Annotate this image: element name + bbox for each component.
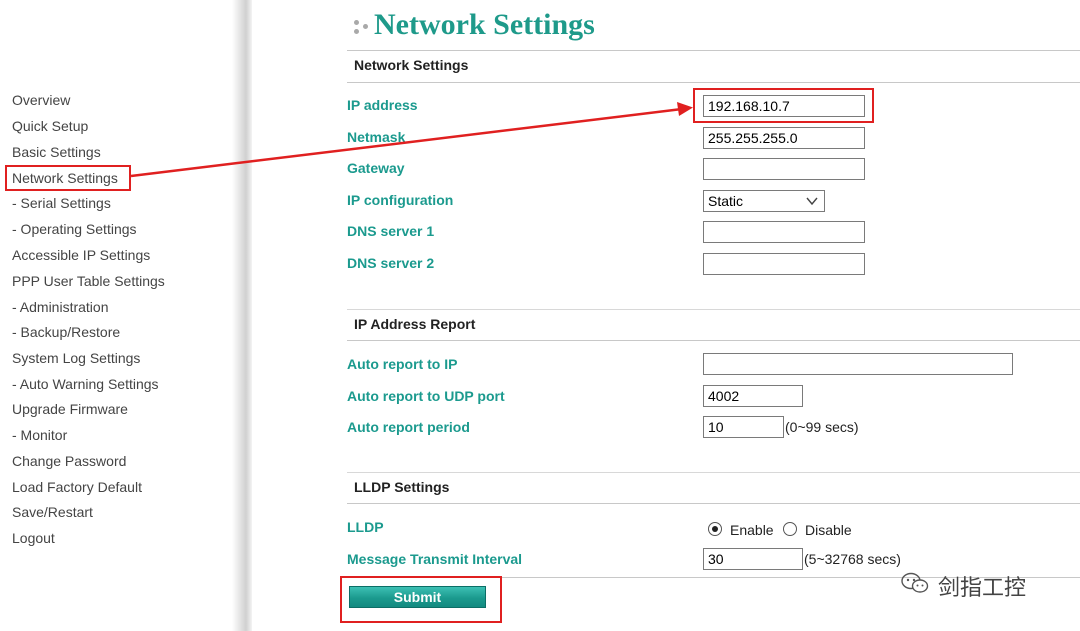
sidebar-item-auto-warning[interactable]: - Auto Warning Settings — [12, 376, 159, 392]
netmask-input[interactable] — [703, 127, 865, 149]
section-header-lldp: LLDP Settings — [347, 472, 1080, 504]
sidebar-nav: Overview Quick Setup Basic Settings Netw… — [0, 0, 236, 631]
sidebar-item-save-restart[interactable]: Save/Restart — [12, 504, 93, 520]
lldp-disable-label[interactable]: Disable — [805, 522, 852, 538]
dns-server-2-input[interactable] — [703, 253, 865, 275]
lldp-label: LLDP — [347, 519, 384, 535]
lldp-disable-radio[interactable] — [783, 522, 797, 536]
sidebar-item-accessible-ip[interactable]: Accessible IP Settings — [12, 247, 150, 263]
auto-report-ip-input[interactable] — [703, 353, 1013, 375]
lldp-enable-radio[interactable] — [708, 522, 722, 536]
page-title: Network Settings — [374, 8, 595, 41]
annotation-box-submit — [340, 576, 502, 623]
sidebar-item-operating-settings[interactable]: - Operating Settings — [12, 221, 137, 237]
sidebar-divider — [232, 0, 252, 631]
sidebar-item-load-factory-default[interactable]: Load Factory Default — [12, 479, 142, 495]
section-title-ip-report: IP Address Report — [354, 316, 476, 332]
dns-server-1-input[interactable] — [703, 221, 865, 243]
message-transmit-interval-label: Message Transmit Interval — [347, 551, 523, 567]
dns-server-1-label: DNS server 1 — [347, 223, 435, 239]
section-title-network: Network Settings — [354, 57, 469, 73]
section-title-lldp: LLDP Settings — [354, 479, 450, 495]
message-transmit-interval-input[interactable] — [703, 548, 803, 570]
sidebar-item-basic-settings[interactable]: Basic Settings — [12, 144, 101, 160]
gateway-label: Gateway — [347, 160, 405, 176]
sidebar-item-ppp-user-table[interactable]: PPP User Table Settings — [12, 273, 165, 289]
wechat-icon — [901, 572, 929, 593]
lldp-enable-label[interactable]: Enable — [730, 522, 774, 538]
dns-server-2-label: DNS server 2 — [347, 255, 435, 271]
netmask-label: Netmask — [347, 129, 406, 145]
annotation-box-sidebar — [5, 165, 131, 191]
section-header-network: Network Settings — [347, 50, 1080, 83]
sidebar-item-quick-setup[interactable]: Quick Setup — [12, 118, 88, 134]
sidebar-item-backup-restore[interactable]: - Backup/Restore — [12, 324, 120, 340]
auto-report-udp-label: Auto report to UDP port — [347, 388, 505, 404]
sidebar-item-monitor[interactable]: - Monitor — [12, 427, 67, 443]
section-header-ip-report: IP Address Report — [347, 309, 1080, 341]
sidebar-item-overview[interactable]: Overview — [12, 92, 70, 108]
sidebar-item-upgrade-firmware[interactable]: Upgrade Firmware — [12, 401, 128, 417]
sidebar-item-system-log[interactable]: System Log Settings — [12, 350, 140, 366]
gateway-input[interactable] — [703, 158, 865, 180]
sidebar-item-serial-settings[interactable]: - Serial Settings — [12, 195, 111, 211]
ip-address-label: IP address — [347, 97, 418, 113]
ip-configuration-value: Static — [708, 193, 744, 209]
ip-configuration-label: IP configuration — [347, 192, 454, 208]
auto-report-udp-input[interactable] — [703, 385, 803, 407]
sidebar-item-logout[interactable]: Logout — [12, 530, 55, 546]
message-transmit-interval-hint: (5~32768 secs) — [804, 551, 901, 567]
watermark-text: 剑指工控 — [938, 576, 1027, 601]
auto-report-period-input[interactable] — [703, 416, 784, 438]
auto-report-ip-label: Auto report to IP — [347, 356, 458, 372]
annotation-box-ip-address — [693, 88, 874, 123]
auto-report-period-label: Auto report period — [347, 419, 470, 435]
sidebar-item-change-password[interactable]: Change Password — [12, 453, 126, 469]
arrow-head-icon — [677, 102, 693, 116]
auto-report-period-hint: (0~99 secs) — [785, 419, 859, 435]
ip-configuration-select[interactable]: Static — [703, 190, 825, 212]
chevron-down-icon — [806, 197, 818, 206]
sidebar-item-administration[interactable]: - Administration — [12, 299, 108, 315]
